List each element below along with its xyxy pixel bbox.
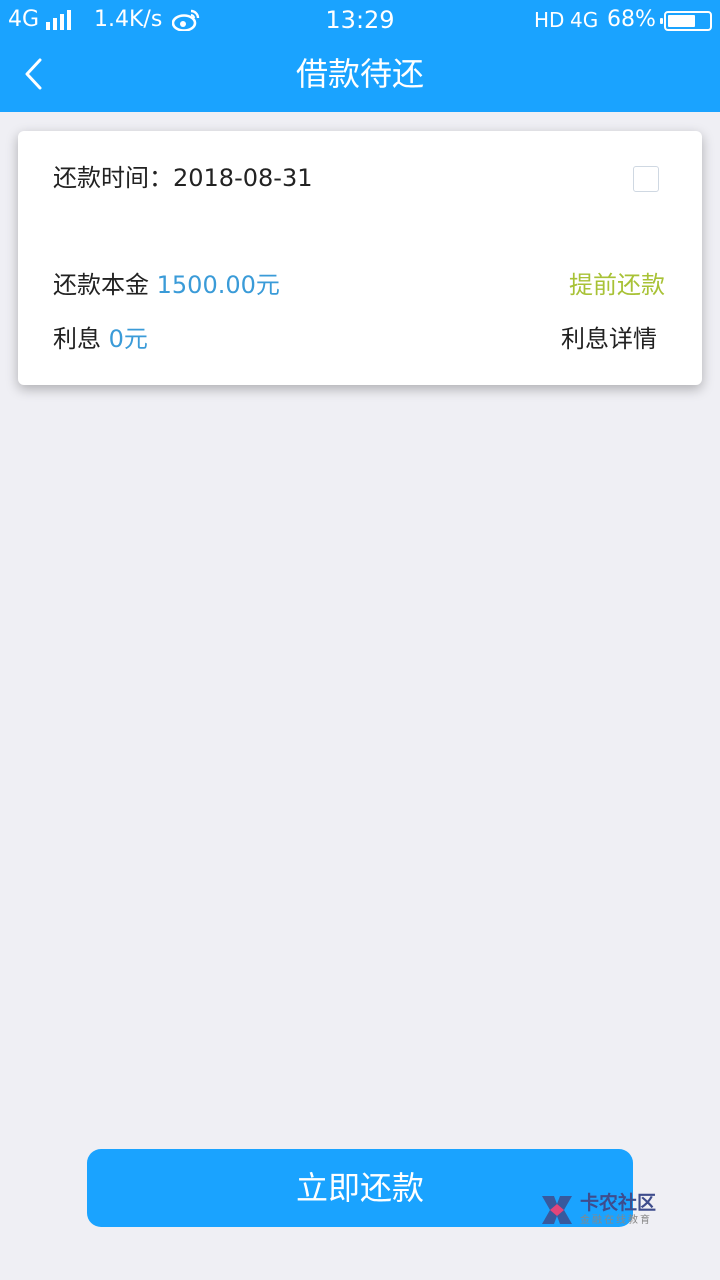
principal-label: 还款本金 (53, 271, 149, 299)
battery-icon (660, 11, 712, 31)
repayment-date-value: 2018-08-31 (173, 164, 313, 192)
interest-value: 0元 (108, 325, 148, 353)
repayment-date-label: 还款时间： (53, 164, 173, 192)
page-title: 借款待还 (295, 55, 424, 93)
repayment-date-row: 还款时间：2018-08-31 (53, 161, 312, 195)
nav-bar: 借款待还 (0, 40, 720, 112)
interest-row: 利息 0元 (53, 322, 148, 356)
battery-percent: 68% (607, 7, 656, 32)
interest-label: 利息 (53, 325, 101, 353)
hd-indicator: HD (534, 8, 565, 32)
kanong-logo-icon (542, 1196, 572, 1224)
status-bar: 4G 1.4K/s 13:29 HD 4G 68% (0, 0, 720, 40)
loan-card: 还款时间：2018-08-31 还款本金 1500.00元 提前还款 利息 0元… (18, 131, 702, 385)
principal-row: 还款本金 1500.00元 (53, 268, 280, 302)
principal-value: 1500.00元 (156, 271, 280, 299)
watermark-subtitle: 金融在线教育 (580, 1215, 652, 1226)
prepay-link[interactable]: 提前还款 (569, 268, 665, 302)
interest-detail-link[interactable]: 利息详情 (561, 322, 657, 356)
select-checkbox[interactable] (633, 166, 659, 192)
network-type-secondary: 4G (570, 8, 599, 32)
battery-level (668, 15, 695, 27)
watermark-title: 卡农社区 (580, 1192, 657, 1214)
watermark: 卡农社区 金融在线教育 (538, 1192, 668, 1232)
